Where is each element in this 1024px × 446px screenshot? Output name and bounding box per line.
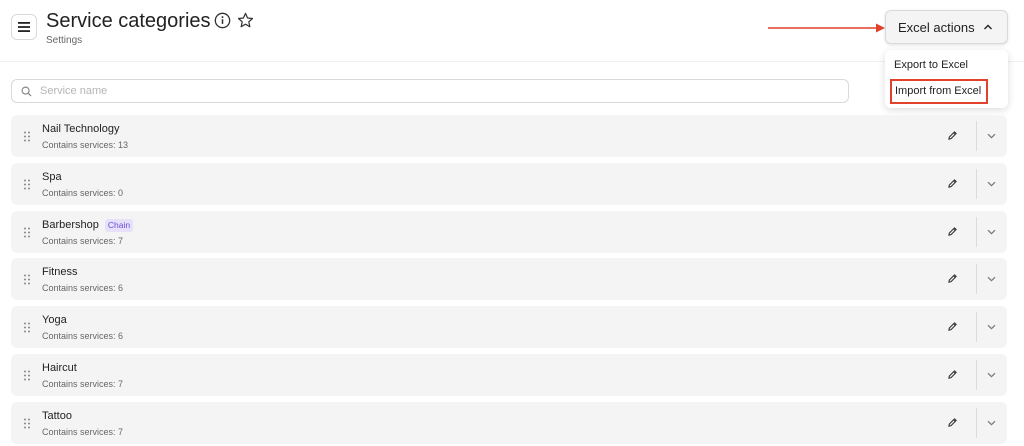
drag-handle-icon[interactable] — [23, 227, 31, 238]
pencil-icon[interactable] — [947, 130, 958, 141]
chevron-down-icon[interactable] — [987, 229, 996, 235]
drag-handle-icon[interactable] — [23, 179, 31, 190]
import-from-excel-item[interactable]: Import from Excel — [890, 79, 988, 104]
category-service-count: Contains services: 6 — [42, 283, 124, 294]
excel-actions-label: Excel actions — [898, 19, 975, 35]
category-row[interactable]: Spa Contains services: 0 — [11, 162, 1007, 205]
chevron-down-icon[interactable] — [987, 181, 996, 187]
chevron-up-icon — [984, 24, 992, 30]
service-categories-page: Service categories Settings Excel action… — [0, 0, 1024, 446]
breadcrumb[interactable]: Settings — [46, 35, 82, 46]
drag-handle-icon[interactable] — [23, 370, 31, 381]
chain-badge: Chain — [104, 218, 134, 232]
category-row[interactable]: Fitness Contains services: 6 — [11, 258, 1007, 301]
category-row[interactable]: Haircut Contains services: 7 — [11, 353, 1007, 396]
menu-button[interactable] — [11, 14, 37, 40]
search-box — [11, 79, 849, 103]
category-service-count: Contains services: 0 — [42, 187, 124, 198]
chevron-down-icon[interactable] — [987, 420, 996, 426]
pencil-icon[interactable] — [947, 369, 958, 380]
category-name-wrap: Barbershop Chain — [42, 218, 134, 232]
category-service-count: Contains services: 7 — [42, 426, 124, 437]
row-divider — [976, 216, 977, 247]
chevron-down-icon[interactable] — [987, 133, 996, 139]
pencil-icon[interactable] — [947, 417, 958, 428]
row-divider — [976, 168, 977, 199]
export-to-excel-item[interactable]: Export to Excel — [894, 59, 968, 71]
category-row[interactable]: Barbershop Chain Contains services: 7 — [11, 210, 1007, 253]
category-name-wrap: Haircut — [42, 362, 77, 374]
category-name-wrap: Yoga — [42, 314, 67, 326]
category-name-wrap: Fitness — [42, 266, 77, 278]
row-divider — [976, 407, 977, 438]
category-row[interactable]: Nail Technology Contains services: 13 — [11, 115, 1007, 157]
info-icon[interactable] — [214, 12, 231, 29]
pencil-icon[interactable] — [947, 273, 958, 284]
header-divider — [0, 61, 1024, 62]
chevron-down-icon[interactable] — [987, 324, 996, 330]
drag-handle-icon[interactable] — [23, 322, 31, 333]
category-name: Haircut — [42, 361, 77, 374]
category-row[interactable]: Yoga Contains services: 6 — [11, 306, 1007, 349]
row-divider — [976, 264, 977, 295]
drag-handle-icon[interactable] — [23, 418, 31, 429]
row-divider — [976, 359, 977, 390]
drag-handle-icon[interactable] — [23, 274, 31, 285]
excel-actions-menu: Export to Excel Import from Excel — [885, 50, 1008, 108]
category-service-count: Contains services: 7 — [42, 378, 124, 389]
category-name-wrap: Tattoo — [42, 410, 72, 422]
category-name: Nail Technology — [42, 123, 120, 135]
category-name-wrap: Nail Technology — [42, 123, 119, 135]
row-divider — [976, 312, 977, 343]
category-name-wrap: Spa — [42, 171, 62, 183]
category-row[interactable]: Tattoo Contains services: 7 — [11, 401, 1007, 444]
drag-handle-icon[interactable] — [23, 131, 31, 142]
hamburger-icon — [18, 22, 30, 32]
category-service-count: Contains services: 7 — [42, 235, 124, 246]
title-icons — [214, 12, 254, 29]
excel-actions-button[interactable]: Excel actions — [885, 10, 1008, 44]
search-input[interactable] — [40, 85, 820, 97]
pencil-icon[interactable] — [947, 226, 958, 237]
category-name: Barbershop — [42, 219, 99, 232]
star-icon[interactable] — [237, 12, 254, 29]
chevron-down-icon[interactable] — [987, 372, 996, 378]
row-divider — [976, 121, 977, 151]
chevron-down-icon[interactable] — [987, 276, 996, 282]
search-icon — [21, 86, 32, 97]
pencil-icon[interactable] — [947, 321, 958, 332]
page-title: Service categories — [46, 10, 211, 32]
category-name: Yoga — [42, 314, 67, 327]
category-service-count: Contains services: 13 — [42, 140, 129, 150]
annotation-arrow-icon — [768, 23, 885, 33]
category-name: Tattoo — [42, 409, 72, 422]
category-name: Fitness — [42, 266, 78, 279]
category-list: Nail Technology Contains services: 13 Sp… — [11, 115, 1007, 446]
category-name: Spa — [42, 170, 62, 183]
category-service-count: Contains services: 6 — [42, 331, 124, 342]
pencil-icon[interactable] — [947, 178, 958, 189]
